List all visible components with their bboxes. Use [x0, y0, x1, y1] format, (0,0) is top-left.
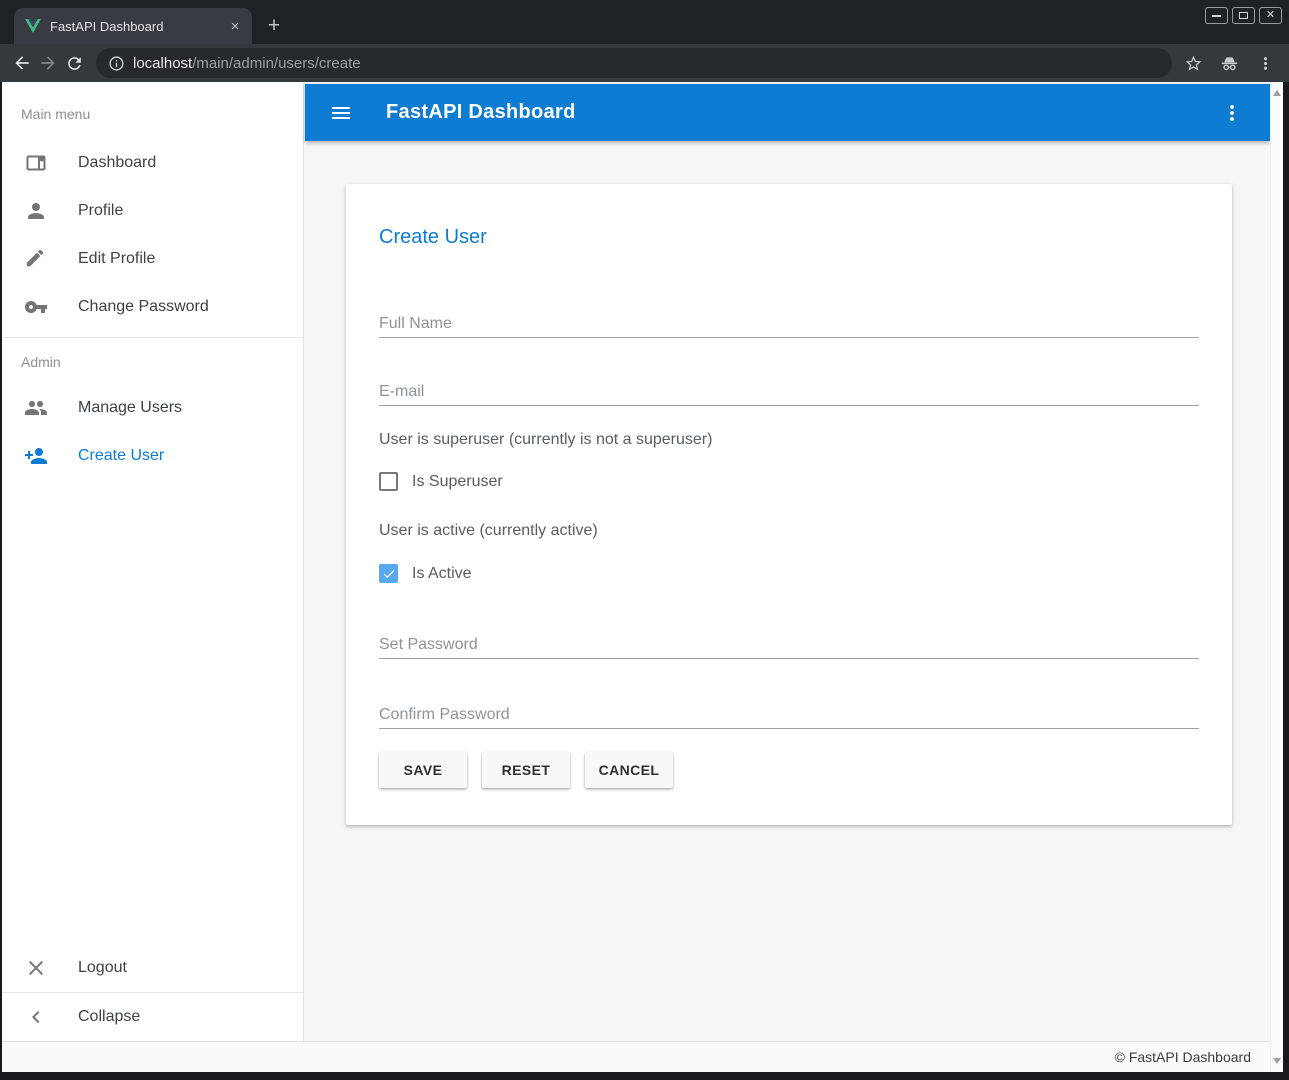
appbar-title: FastAPI Dashboard: [386, 101, 576, 124]
person-add-icon: [24, 444, 48, 468]
sidebar-admin-items: Manage Users Create User: [2, 384, 303, 480]
browser-toolbar: localhost/main/admin/users/create: [0, 44, 1289, 82]
save-button[interactable]: SAVE: [379, 752, 467, 788]
sidebar-item-collapse[interactable]: Collapse: [2, 993, 303, 1041]
page-footer: © FastAPI Dashboard: [2, 1041, 1283, 1072]
close-button[interactable]: ✕: [1259, 7, 1282, 24]
url-text: localhost/main/admin/users/create: [133, 55, 361, 72]
tab-title: FastAPI Dashboard: [50, 19, 217, 34]
checkbox-box[interactable]: [379, 564, 398, 583]
sidebar-item-manage-users[interactable]: Manage Users: [2, 384, 303, 432]
pencil-icon: [24, 247, 48, 271]
address-bar[interactable]: localhost/main/admin/users/create: [96, 48, 1172, 78]
forward-button[interactable]: [36, 51, 60, 75]
vue-favicon-icon: [25, 19, 41, 33]
sidebar-item-logout[interactable]: Logout: [2, 944, 303, 992]
content-area: Create User User is superuser (currently…: [305, 141, 1270, 1041]
vertical-scrollbar[interactable]: [1270, 82, 1283, 1072]
checkbox-box[interactable]: [379, 472, 398, 491]
confirm-password-input[interactable]: [379, 701, 1199, 729]
sidebar-item-label: Dashboard: [78, 154, 156, 172]
site-info-icon[interactable]: [108, 55, 125, 72]
chevron-left-icon: [24, 1005, 48, 1029]
checkmark-icon: [382, 567, 396, 581]
sidebar-section-main-menu: Main menu: [21, 106, 303, 122]
browser-menu-icon[interactable]: [1256, 54, 1275, 73]
full-name-input[interactable]: [379, 310, 1199, 338]
email-input[interactable]: [379, 378, 1199, 406]
sidebar-item-label: Logout: [78, 959, 127, 977]
create-user-card: Create User User is superuser (currently…: [346, 184, 1232, 825]
url-path: /main/admin/users/create: [192, 55, 360, 72]
dashboard-icon: [24, 151, 48, 175]
sidebar-item-create-user[interactable]: Create User: [2, 432, 303, 480]
is-active-checkbox[interactable]: Is Active: [379, 564, 1199, 583]
appbar-menu-icon[interactable]: [1220, 101, 1244, 125]
is-superuser-label: Is Superuser: [412, 473, 503, 491]
maximize-button[interactable]: [1232, 7, 1255, 24]
sidebar-bottom: Logout Collapse: [2, 944, 303, 1041]
scroll-down-icon[interactable]: [1273, 1058, 1281, 1064]
sidebar-item-change-password[interactable]: Change Password: [2, 283, 303, 331]
sidebar-item-edit-profile[interactable]: Edit Profile: [2, 235, 303, 283]
person-icon: [24, 199, 48, 223]
page-title: Create User: [379, 224, 1199, 250]
close-window-icon: ✕: [1266, 10, 1275, 21]
sidebar-item-label: Change Password: [78, 298, 209, 316]
scroll-up-icon[interactable]: [1273, 90, 1281, 96]
cancel-button[interactable]: CANCEL: [585, 752, 673, 788]
back-button[interactable]: [10, 51, 34, 75]
sidebar-item-label: Profile: [78, 202, 123, 220]
sidebar-item-profile[interactable]: Profile: [2, 187, 303, 235]
url-host: localhost: [133, 55, 192, 72]
page-viewport: Main menu Dashboard: [2, 82, 1283, 1072]
sidebar-item-label: Create User: [78, 447, 164, 465]
is-active-label: Is Active: [412, 565, 472, 583]
form-buttons: SAVE RESET CANCEL: [379, 752, 1199, 788]
bookmark-star-icon[interactable]: [1184, 54, 1203, 73]
active-hint: User is active (currently active): [379, 521, 1199, 541]
minimize-button[interactable]: [1205, 7, 1228, 24]
minimize-icon: [1212, 15, 1221, 17]
hamburger-menu-icon[interactable]: [329, 101, 353, 125]
sidebar-section-admin: Admin: [21, 354, 303, 370]
main-area: FastAPI Dashboard Create User User is su…: [305, 82, 1270, 1041]
sidebar-item-label: Edit Profile: [78, 250, 155, 268]
maximize-icon: [1239, 12, 1248, 19]
sidebar-item-label: Collapse: [78, 1008, 140, 1026]
new-tab-button[interactable]: +: [262, 14, 286, 38]
sidebar-item-label: Manage Users: [78, 399, 182, 417]
reset-button[interactable]: RESET: [482, 752, 570, 788]
superuser-hint: User is superuser (currently is not a su…: [379, 430, 1199, 450]
logout-close-icon: [24, 956, 48, 980]
key-icon: [24, 295, 48, 319]
window-controls: ✕: [1205, 7, 1282, 24]
is-superuser-checkbox[interactable]: Is Superuser: [379, 472, 1199, 491]
browser-window: FastAPI Dashboard × + ✕ localhost/main/a…: [0, 0, 1289, 1080]
incognito-icon: [1219, 53, 1240, 74]
sidebar: Main menu Dashboard: [2, 82, 304, 1041]
sidebar-main-items: Dashboard Profile Edit Profile: [2, 139, 303, 331]
reload-button[interactable]: [62, 51, 86, 75]
toolbar-right-icons: [1184, 53, 1275, 74]
copyright-text: © FastAPI Dashboard: [1115, 1049, 1251, 1065]
browser-tab[interactable]: FastAPI Dashboard ×: [14, 8, 252, 44]
tab-strip: FastAPI Dashboard × + ✕: [0, 0, 1289, 44]
app-bar: FastAPI Dashboard: [305, 84, 1270, 141]
set-password-input[interactable]: [379, 631, 1199, 659]
tab-close-icon[interactable]: ×: [226, 17, 244, 35]
sidebar-item-dashboard[interactable]: Dashboard: [2, 139, 303, 187]
sidebar-divider: [2, 337, 303, 338]
people-icon: [24, 396, 48, 420]
